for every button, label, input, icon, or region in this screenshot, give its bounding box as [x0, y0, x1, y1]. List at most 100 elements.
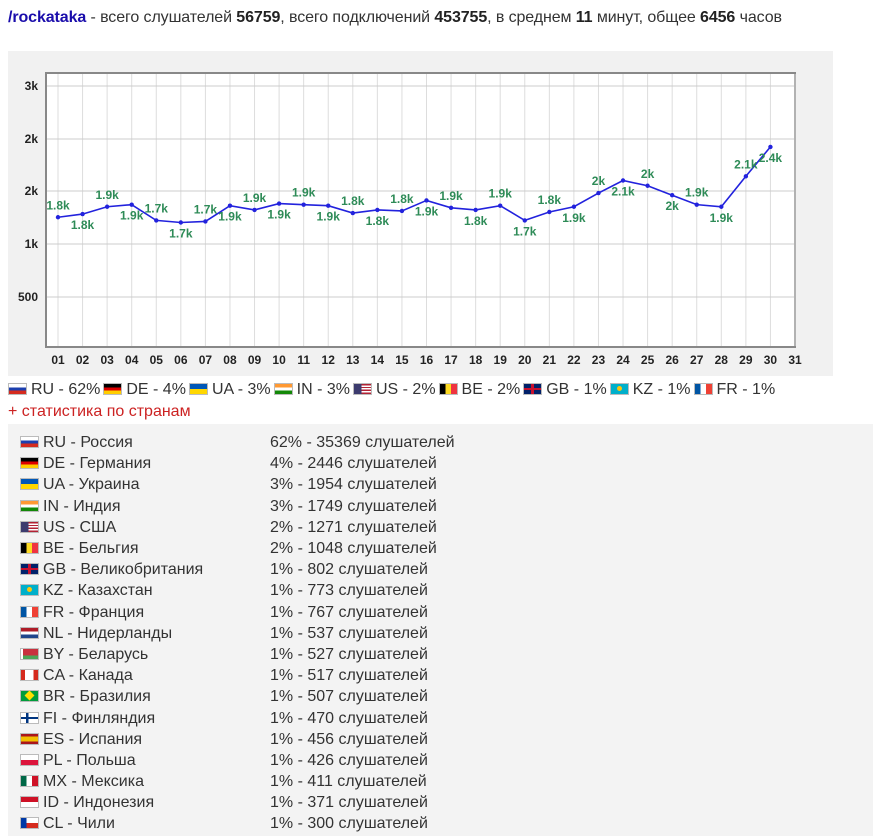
data-label: 1.9k [415, 204, 439, 218]
country-row: GB - Великобритания 1% - 802 слушателей [20, 559, 455, 580]
data-label: 1.8k [538, 193, 562, 207]
summary-label: DE - 4% [126, 381, 186, 398]
country-name-cell: FR - Франция [20, 602, 270, 623]
summary-item-in: IN - 3% [273, 381, 350, 399]
data-point [522, 218, 527, 223]
data-label: 1.9k [685, 186, 709, 200]
country-name: US - США [43, 518, 117, 536]
country-row: UA - Украина 3% - 1954 слушателей [20, 474, 455, 495]
country-name-cell: US - США [20, 517, 270, 538]
stream-link[interactable]: /rockataka [8, 9, 86, 26]
x-tick-label: 25 [641, 353, 655, 367]
data-label: 1.8k [366, 214, 390, 228]
country-name-cell: KZ - Казахстан [20, 580, 270, 601]
country-row: RU - Россия 62% - 35369 слушателей [20, 432, 455, 453]
country-name: CL - Чили [43, 815, 115, 833]
summary-item-be: BE - 2% [438, 381, 520, 399]
flag-kz-icon [20, 584, 39, 597]
country-stat: 1% - 411 слушателей [270, 773, 427, 791]
flag-id-icon [20, 796, 39, 809]
x-tick-label: 06 [174, 353, 188, 367]
x-tick-label: 23 [592, 353, 606, 367]
x-tick-label: 02 [76, 353, 90, 367]
data-point [375, 207, 380, 213]
country-name-cell: FI - Финляндия [20, 707, 270, 728]
country-name: BY - Беларусь [43, 645, 149, 663]
data-label: 1.9k [218, 210, 242, 224]
flag-ua-icon [20, 478, 39, 491]
data-label: 2.4k [759, 151, 783, 165]
data-point [154, 218, 159, 223]
flag-fr-icon [693, 383, 713, 395]
y-tick-label: 1k [25, 237, 39, 251]
flag-be-icon [438, 383, 458, 395]
data-label: 1.7k [145, 201, 169, 215]
x-tick-label: 07 [199, 353, 213, 367]
country-row: US - США 2% - 1271 слушателей [20, 517, 455, 538]
flag-gb-icon [20, 563, 39, 576]
country-name-cell: BE - Бельгия [20, 538, 270, 559]
country-name: ID - Индонезия [43, 794, 155, 812]
flag-ua-icon [188, 383, 208, 395]
x-tick-label: 22 [567, 353, 581, 367]
x-tick-label: 08 [223, 353, 237, 367]
data-point [104, 204, 110, 209]
x-tick-label: 03 [100, 353, 114, 367]
data-label: 1.8k [390, 192, 414, 206]
x-tick-label: 09 [248, 353, 262, 367]
flag-fr-icon [20, 605, 39, 618]
country-stat: 2% - 1048 слушателей [270, 540, 437, 558]
x-tick-label: 12 [322, 353, 336, 367]
flag-be-icon [20, 542, 39, 555]
country-name-cell: BR - Бразилия [20, 686, 270, 707]
y-tick-label: 3k [25, 79, 39, 93]
flag-cl-icon [20, 817, 39, 830]
country-name-cell: MX - Мексика [20, 771, 270, 792]
flag-es-icon [20, 732, 39, 745]
flag-nl-icon [20, 626, 39, 639]
summary-label: GB - 1% [546, 381, 607, 398]
data-label: 1.9k [95, 188, 119, 202]
flag-in-icon [273, 383, 293, 395]
data-label: 1.9k [317, 210, 341, 224]
country-stat: 3% - 1954 слушателей [270, 476, 437, 494]
country-row: ID - Индонезия 1% - 371 слушателей [20, 792, 455, 813]
data-point [55, 215, 61, 220]
chart-svg: 3k 2k 2k 1k 500 01 02 03 04 05 06 07 08 09 10 11 12 13 14 1… [18, 72, 802, 367]
country-name-cell: CA - Канада [20, 665, 270, 686]
summary-label: KZ - 1% [632, 381, 691, 398]
country-name-cell: NL - Нидерланды [20, 623, 270, 644]
total-hours: 6456 [700, 9, 736, 26]
summary-item-ua: UA - 3% [188, 381, 271, 399]
country-stats-toggle[interactable]: + статистика по странам [8, 403, 191, 421]
x-tick-label: 27 [690, 353, 704, 367]
x-tick-label: 24 [616, 353, 630, 367]
country-stat: 1% - 773 слушателей [270, 582, 428, 600]
data-label: 2.1k [611, 185, 635, 199]
summary-item-fr: FR - 1% [693, 381, 775, 399]
data-label: 1.7k [194, 202, 218, 216]
flag-ru-icon [8, 383, 27, 395]
country-name: BR - Бразилия [43, 688, 151, 706]
x-tick-label: 14 [371, 353, 385, 367]
flag-us-icon [20, 520, 39, 533]
country-stat: 1% - 300 слушателей [270, 815, 428, 833]
country-row: PL - Польша 1% - 426 слушателей [20, 750, 455, 771]
data-point [350, 210, 355, 216]
summary-label: UA - 3% [211, 381, 271, 398]
data-point [669, 193, 675, 198]
x-tick-label: 05 [150, 353, 164, 367]
country-name: BE - Бельгия [43, 540, 139, 558]
y-tick-label: 2k [25, 184, 39, 198]
country-name: GB - Великобритания [43, 561, 204, 579]
flag-fi-icon [20, 711, 39, 724]
x-tick-label: 31 [788, 353, 802, 367]
country-name-cell: UA - Украина [20, 474, 270, 495]
total-connections: 453755 [434, 9, 488, 26]
data-label: 1.8k [71, 218, 95, 232]
data-label: 1.9k [267, 208, 291, 222]
country-row: BY - Беларусь 1% - 527 слушателей [20, 644, 455, 665]
data-point [129, 202, 134, 207]
data-point [252, 207, 257, 213]
country-name-cell: GB - Великобритания [20, 559, 270, 580]
